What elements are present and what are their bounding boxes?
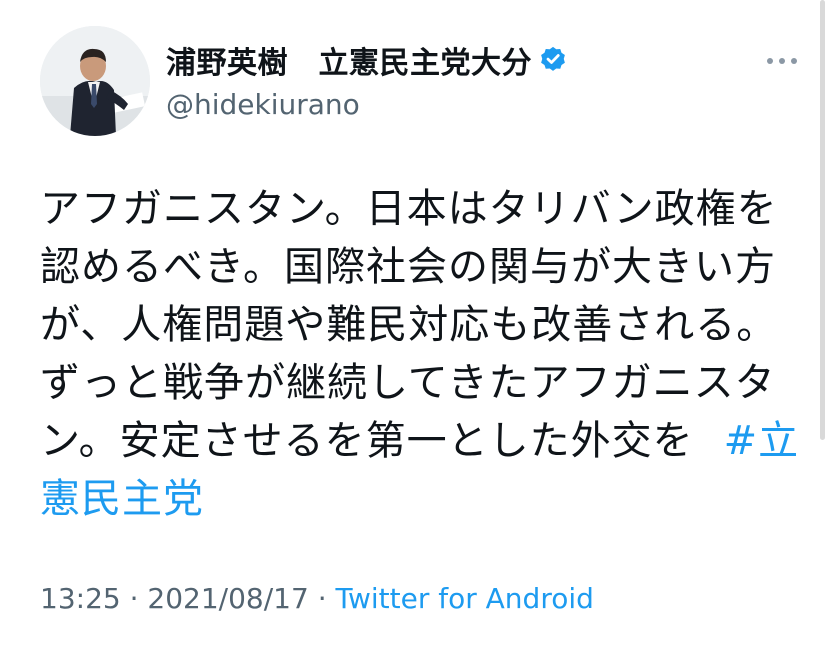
tweet-text: アフガニスタン。日本はタリバン政権を認めるべき。国際社会の関与が大きい方が、人権… — [40, 180, 800, 528]
tweet-meta: 13:25 · 2021/08/17 · Twitter for Android — [40, 582, 594, 615]
tweet-source-link[interactable]: Twitter for Android — [336, 582, 594, 615]
display-name[interactable]: 浦野英樹 立憲民主党大分 — [166, 38, 532, 82]
meta-separator: · — [120, 582, 148, 615]
tweet-time[interactable]: 13:25 — [40, 582, 121, 615]
scrollbar[interactable] — [820, 0, 825, 440]
avatar-photo-icon — [40, 26, 150, 136]
more-dots-icon[interactable] — [764, 44, 800, 72]
user-names: 浦野英樹 立憲民主党大分 @hidekiurano — [166, 40, 568, 121]
user-handle[interactable]: @hidekiurano — [166, 88, 568, 121]
tweet-body: アフガニスタン。日本はタリバン政権を認めるべき。国際社会の関与が大きい方が、人権… — [40, 186, 778, 464]
tweet-date[interactable]: 2021/08/17 — [147, 582, 308, 615]
tweet-card: 浦野英樹 立憲民主党大分 @hidekiurano アフガニスタン。日本はタリバ… — [0, 0, 828, 647]
avatar[interactable] — [40, 26, 150, 136]
verified-badge-icon — [541, 46, 565, 71]
tweet-header: 浦野英樹 立憲民主党大分 @hidekiurano — [40, 26, 800, 136]
display-name-row: 浦野英樹 立憲民主党大分 — [166, 38, 568, 82]
meta-separator: · — [308, 582, 336, 615]
